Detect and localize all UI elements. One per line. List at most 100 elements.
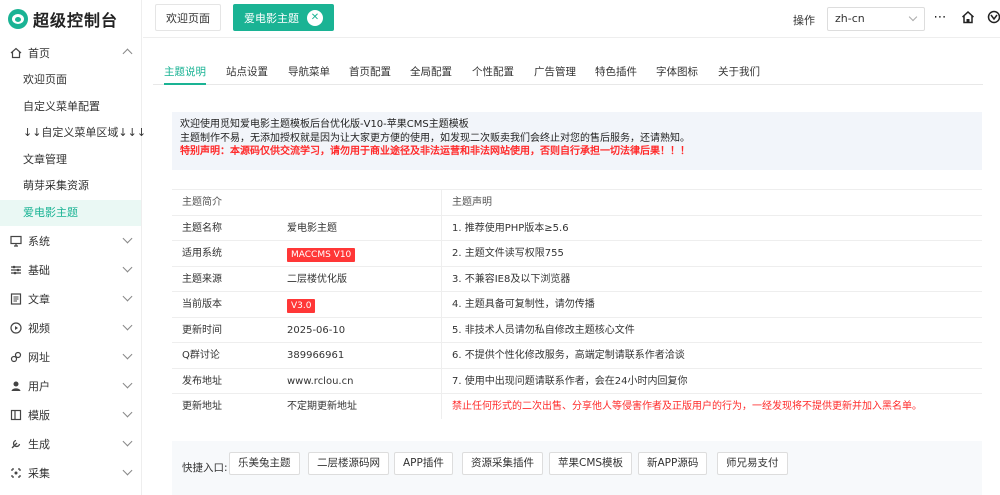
- quick-link-button[interactable]: 苹果CMS模板: [549, 452, 633, 475]
- sidebar-group-generate[interactable]: 生成: [0, 429, 141, 458]
- table-row: 5. 非技术人员请勿私自修改主题核心文件: [442, 316, 982, 343]
- tab-theme-info[interactable]: 主题说明: [164, 63, 206, 85]
- table-row: 7. 使用中出现问题请联系作者，会在24小时内回复你: [442, 367, 982, 394]
- chevron-down-icon: [122, 291, 133, 302]
- tab-personal-config[interactable]: 个性配置: [472, 63, 514, 85]
- notice-line: 主题制作不易，无添加授权就是因为让大家更方便的使用，如发现二次贩卖我们会终止对您…: [180, 132, 690, 144]
- chevron-down-icon: [122, 262, 133, 273]
- sidebar-group-label: 网址: [28, 350, 50, 364]
- table-row: 禁止任何形式的二次出售、分享他人等侵害作者及正版用户的行为，一经发现将不提供更新…: [442, 393, 982, 423]
- sidebar-item-custom-menu[interactable]: 自定义菜单配置: [0, 94, 141, 121]
- warning-text: 禁止任何形式的二次出售、分享他人等侵害作者及正版用户的行为，一经发现将不提供更新…: [452, 401, 922, 412]
- chevron-down-icon: [122, 436, 133, 447]
- sidebar-group-label: 视频: [28, 321, 50, 335]
- quick-link-button[interactable]: APP插件: [394, 452, 453, 475]
- sidebar-group-video[interactable]: 视频: [0, 313, 141, 342]
- chevron-down-icon: [122, 320, 133, 331]
- home-icon[interactable]: [960, 10, 976, 26]
- table-row: 更新地址 不定期更新地址: [172, 393, 442, 419]
- action-label[interactable]: 操作: [793, 12, 815, 28]
- sidebar-item-welcome[interactable]: 欢迎页面: [0, 67, 141, 94]
- version-badge: V3.0: [287, 299, 316, 313]
- quick-link-button[interactable]: 资源采集插件: [462, 452, 543, 475]
- tab-global-config[interactable]: 全局配置: [410, 63, 452, 85]
- table-row: 主题名称 爱电影主题: [172, 214, 442, 240]
- link-icon: [10, 351, 22, 363]
- tab-site-settings[interactable]: 站点设置: [226, 63, 268, 85]
- sidebar-group-label: 生成: [28, 437, 50, 451]
- chevron-down-icon: [122, 349, 133, 360]
- table-row: Q群讨论 389966961: [172, 342, 442, 368]
- table-row: 4. 主题具备可复制性，请勿传播: [442, 291, 982, 317]
- tab-label: 欢迎页面: [166, 12, 210, 25]
- sidebar-group-label: 系统: [28, 234, 50, 248]
- language-value: zh-cn: [835, 12, 865, 25]
- more-icon[interactable]: ⋯: [932, 10, 948, 26]
- table-row: 1. 推荐使用PHP版本≥5.6: [442, 214, 982, 241]
- sidebar-group-system[interactable]: 系统: [0, 226, 141, 255]
- sidebar-item-articles[interactable]: 文章管理: [0, 147, 141, 174]
- template-icon: [10, 409, 22, 421]
- system-badge: MACCMS V10: [287, 248, 356, 262]
- table-row: 2. 主题文件读写权限755: [442, 240, 982, 266]
- chevron-down-icon: [122, 233, 133, 244]
- tab-label: 爱电影主题: [244, 12, 299, 25]
- theme-intro-table: 主题简介 主题名称 爱电影主题 适用系统 MACCMS V10 主题来源 二层楼优化版…: [172, 189, 442, 419]
- chevron-down-icon: [122, 378, 133, 389]
- sidebar-item-collect-resources[interactable]: 萌芽采集资源: [0, 173, 141, 200]
- logo-icon: [8, 9, 28, 29]
- tab-movie-theme[interactable]: 爱电影主题 ✕: [233, 4, 334, 31]
- topbar: 欢迎页面 爱电影主题 ✕ 操作 zh-cn ⋯: [143, 0, 1000, 38]
- sidebar-group-url[interactable]: 网址: [0, 342, 141, 371]
- quick-link-button[interactable]: 乐美兔主题: [229, 452, 300, 475]
- quick-link-button[interactable]: 二层楼源码网: [308, 452, 389, 475]
- close-icon[interactable]: ✕: [307, 10, 323, 26]
- update-url[interactable]: 不定期更新地址: [287, 394, 357, 419]
- sidebar-group-label: 用户: [28, 379, 50, 393]
- user-icon[interactable]: [986, 10, 1000, 26]
- sidebar-group-collect[interactable]: 采集: [0, 458, 141, 487]
- tab-nav-menu[interactable]: 导航菜单: [288, 63, 330, 85]
- quick-links: 快捷入口: 乐美兔主题 二层楼源码网 APP插件 资源采集插件 苹果CMS模板 …: [172, 441, 982, 495]
- quick-links-label: 快捷入口:: [182, 462, 228, 474]
- sidebar-item-custom-menu-area[interactable]: ↓↓自定义菜单区域↓↓↓: [0, 120, 146, 147]
- table-row: 6. 不提供个性化修改服务，高端定制请联系作者洽谈: [442, 342, 982, 368]
- theme-declaration-table: 主题声明 1. 推荐使用PHP版本≥5.6 2. 主题文件读写权限755 3. …: [442, 189, 982, 423]
- language-select[interactable]: zh-cn: [827, 7, 925, 31]
- home-icon: [10, 47, 22, 59]
- table-row: 当前版本 V3.0: [172, 291, 442, 317]
- sidebar-item-movie-theme[interactable]: 爱电影主题: [0, 199, 141, 226]
- table-row: 发布地址 www.rclou.cn: [172, 367, 442, 394]
- notice-box: 欢迎使用觅知爱电影主题模板后台优化版-V10-苹果CMS主题模板 主题制作不易，…: [172, 112, 982, 170]
- play-circle-icon: [10, 321, 22, 334]
- tab-about[interactable]: 关于我们: [718, 63, 760, 85]
- app-title: 超级控制台: [33, 11, 119, 30]
- sidebar-group-home[interactable]: 首页: [0, 38, 141, 67]
- sidebar-group-label: 首页: [28, 46, 50, 60]
- tab-home-config[interactable]: 首页配置: [349, 63, 391, 85]
- chevron-up-icon: [122, 48, 133, 59]
- sidebar-group-user[interactable]: 用户: [0, 371, 141, 400]
- logo[interactable]: 超级控制台: [0, 0, 141, 38]
- notice-line: 欢迎使用觅知爱电影主题模板后台优化版-V10-苹果CMS主题模板: [180, 119, 469, 130]
- tab-plugins[interactable]: 特色插件: [595, 63, 637, 85]
- chevron-down-icon: [122, 407, 133, 418]
- chevron-down-icon: [122, 465, 133, 476]
- tab-ad-manage[interactable]: 广告管理: [534, 63, 576, 85]
- tab-welcome[interactable]: 欢迎页面: [155, 4, 221, 31]
- sidebar-group-label: 采集: [28, 466, 50, 480]
- publish-url[interactable]: www.rclou.cn: [287, 369, 353, 394]
- sidebar-group-template[interactable]: 模版: [0, 400, 141, 429]
- sidebar-group-basic[interactable]: 基础: [0, 255, 141, 284]
- sidebar-group-label: 模版: [28, 408, 50, 422]
- quick-link-button[interactable]: 新APP源码: [638, 452, 708, 475]
- main-content: 主题说明 站点设置 导航菜单 首页配置 全局配置 个性配置 广告管理 特色插件 …: [153, 39, 1000, 495]
- collect-icon: [10, 467, 22, 479]
- tab-font-icons[interactable]: 字体图标: [656, 63, 698, 85]
- sidebar-group-article[interactable]: 文章: [0, 284, 141, 313]
- monitor-icon: [10, 235, 22, 247]
- quick-link-button[interactable]: 师兄易支付: [717, 452, 788, 475]
- table-header: 主题声明: [442, 189, 982, 215]
- table-row: 更新时间 2025-06-10: [172, 316, 442, 342]
- sidebar-group-label: 基础: [28, 263, 50, 277]
